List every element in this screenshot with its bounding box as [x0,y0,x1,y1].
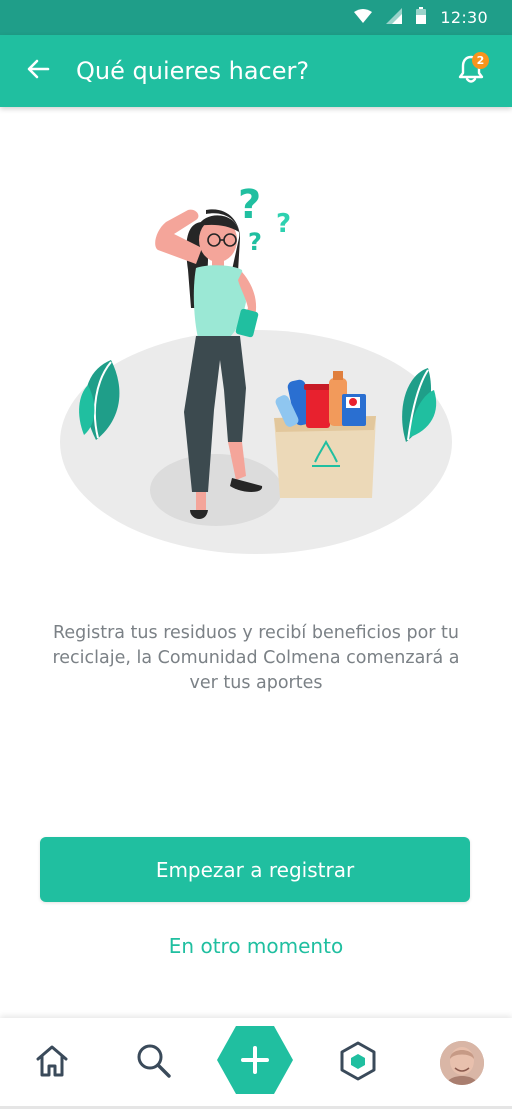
status-icons: 12:30 [354,7,488,28]
back-button[interactable] [24,57,52,85]
description-text: Registra tus residuos y recibí beneficio… [52,623,460,693]
arrow-left-icon [26,57,50,85]
status-bar: 12:30 [0,0,512,35]
exchange-icon [337,1040,379,1086]
start-register-button[interactable]: Empezar a registrar [40,837,470,902]
home-icon [33,1042,71,1084]
nav-profile[interactable] [437,1038,487,1088]
woman-thinking-recycling-illustration: ? ? ? [56,180,456,560]
page-title: Qué quieres hacer? [76,57,310,85]
svg-text:?: ? [248,228,262,256]
app-bar: Qué quieres hacer? 2 [0,35,512,107]
nav-exchange[interactable] [333,1038,383,1088]
status-time: 12:30 [440,8,488,27]
nav-add-button[interactable] [216,1026,294,1098]
nav-search[interactable] [129,1038,179,1088]
later-link[interactable]: En otro momento [0,934,512,958]
wifi-icon [354,8,373,27]
notifications-button[interactable]: 2 [454,52,489,88]
search-icon [135,1042,173,1084]
notification-badge: 2 [472,52,489,69]
avatar [440,1041,484,1085]
battery-icon [416,7,427,28]
nav-home[interactable] [27,1038,77,1088]
plus-icon [216,1024,294,1100]
signal-icon [386,7,403,28]
svg-text:?: ? [238,182,261,228]
svg-text:?: ? [276,209,291,239]
bottom-nav [0,1018,512,1109]
